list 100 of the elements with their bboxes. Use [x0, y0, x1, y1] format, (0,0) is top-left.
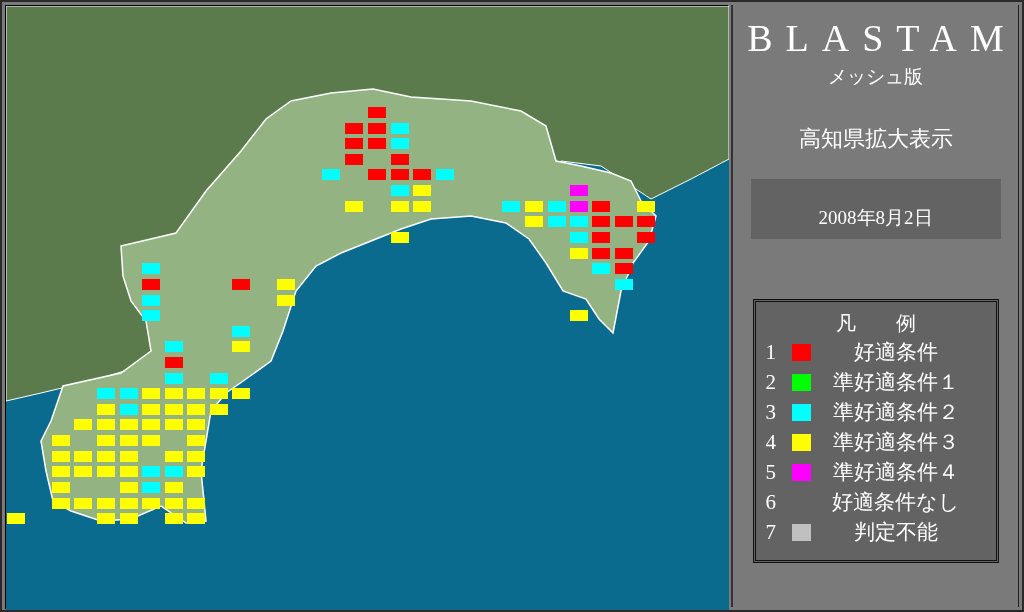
mesh-cell — [592, 216, 610, 227]
mesh-cell — [120, 388, 138, 399]
mesh-cell — [165, 373, 183, 384]
mesh-cell — [187, 451, 205, 462]
legend-label: 判定不能 — [852, 518, 939, 546]
mesh-cell — [165, 513, 183, 524]
mesh-cell — [592, 248, 610, 259]
mesh-cell — [548, 216, 566, 227]
mesh-cell — [187, 435, 205, 446]
legend-label: 好適条件 — [852, 338, 939, 366]
mesh-cell — [232, 388, 250, 399]
mesh-cell — [74, 451, 92, 462]
mesh-cell — [97, 435, 115, 446]
legend-number: 6 — [765, 488, 777, 516]
mesh-cell — [277, 279, 295, 290]
mesh-cell — [592, 232, 610, 243]
region-title: 高知県拡大表示 — [798, 124, 953, 153]
mesh-cell — [615, 263, 633, 274]
mesh-cell — [391, 232, 409, 243]
mesh-cell — [165, 341, 183, 352]
mesh-cell — [52, 451, 70, 462]
mesh-cell — [391, 169, 409, 180]
mesh-cell — [97, 513, 115, 524]
mesh-cell — [120, 498, 138, 509]
mesh-cell — [637, 232, 655, 243]
mesh-cell — [142, 404, 160, 415]
legend-number: 7 — [765, 518, 777, 546]
mesh-cell — [570, 310, 588, 321]
mesh-cell — [97, 404, 115, 415]
mesh-cell — [368, 169, 386, 180]
mesh-cell — [322, 169, 340, 180]
mesh-cell — [368, 123, 386, 134]
legend-label: 準好適条件２ — [831, 398, 960, 426]
mesh-cell — [615, 216, 633, 227]
legend-number: 5 — [765, 458, 777, 486]
mesh-cell — [570, 232, 588, 243]
app-title: BLASTAM — [746, 19, 1017, 57]
mesh-cell — [502, 201, 520, 212]
mesh-cell — [7, 513, 25, 524]
legend-number: 4 — [765, 428, 777, 456]
mesh-cell — [570, 216, 588, 227]
mesh-cell — [142, 498, 160, 509]
mesh-cell — [277, 295, 295, 306]
mesh-cell — [592, 201, 610, 212]
mesh-cell — [525, 216, 543, 227]
mesh-cell — [232, 341, 250, 352]
mesh-cell — [637, 216, 655, 227]
legend-number: 2 — [765, 368, 777, 396]
mesh-cell — [210, 388, 228, 399]
mesh-cell — [548, 201, 566, 212]
mesh-cell — [391, 123, 409, 134]
mesh-cell — [165, 466, 183, 477]
mesh-cell — [187, 466, 205, 477]
mesh-cell — [165, 419, 183, 430]
date-text: 2008年8月2日 — [818, 206, 933, 230]
mesh-cell — [345, 138, 363, 149]
mesh-cell — [187, 513, 205, 524]
mesh-cell — [165, 498, 183, 509]
mesh-cell — [142, 279, 160, 290]
mesh-cell — [345, 154, 363, 165]
mesh-cell — [570, 185, 588, 196]
mesh-cell — [142, 310, 160, 321]
mesh-cell — [165, 388, 183, 399]
mesh-cell — [210, 373, 228, 384]
legend-label: 準好適条件３ — [831, 428, 960, 456]
mesh-cell — [165, 357, 183, 368]
legend-label: 好適条件なし — [830, 488, 961, 516]
mesh-cell — [187, 388, 205, 399]
mesh-cell — [413, 169, 431, 180]
mesh-cell — [525, 201, 543, 212]
mesh-cell — [413, 201, 431, 212]
mesh-cell — [74, 466, 92, 477]
legend-number: 3 — [765, 398, 777, 426]
mesh-cell — [52, 466, 70, 477]
mesh-cell — [74, 498, 92, 509]
mesh-cell — [142, 263, 160, 274]
mesh-cell — [165, 482, 183, 493]
app-subtitle: メッシュ版 — [828, 65, 923, 89]
mesh-cell — [142, 466, 160, 477]
mesh-cell — [97, 419, 115, 430]
mesh-cell — [413, 185, 431, 196]
mesh-cell — [210, 404, 228, 415]
mesh-cell — [97, 466, 115, 477]
mesh-cell — [232, 326, 250, 337]
mesh-cell — [187, 404, 205, 415]
mesh-cell — [436, 169, 454, 180]
mesh-cell — [74, 419, 92, 430]
mesh-cell — [368, 138, 386, 149]
mesh-cell — [592, 263, 610, 274]
mesh-cell — [570, 201, 588, 212]
mesh-cell — [120, 435, 138, 446]
mesh-cell — [615, 279, 633, 290]
mesh-cell — [120, 419, 138, 430]
mesh-cell — [391, 154, 409, 165]
legend-title: 凡 例 — [834, 310, 917, 336]
mesh-cell — [120, 466, 138, 477]
mesh-cell — [120, 513, 138, 524]
legend-label: 準好適条件４ — [831, 458, 960, 486]
mesh-cell — [120, 404, 138, 415]
mesh-cell — [97, 451, 115, 462]
